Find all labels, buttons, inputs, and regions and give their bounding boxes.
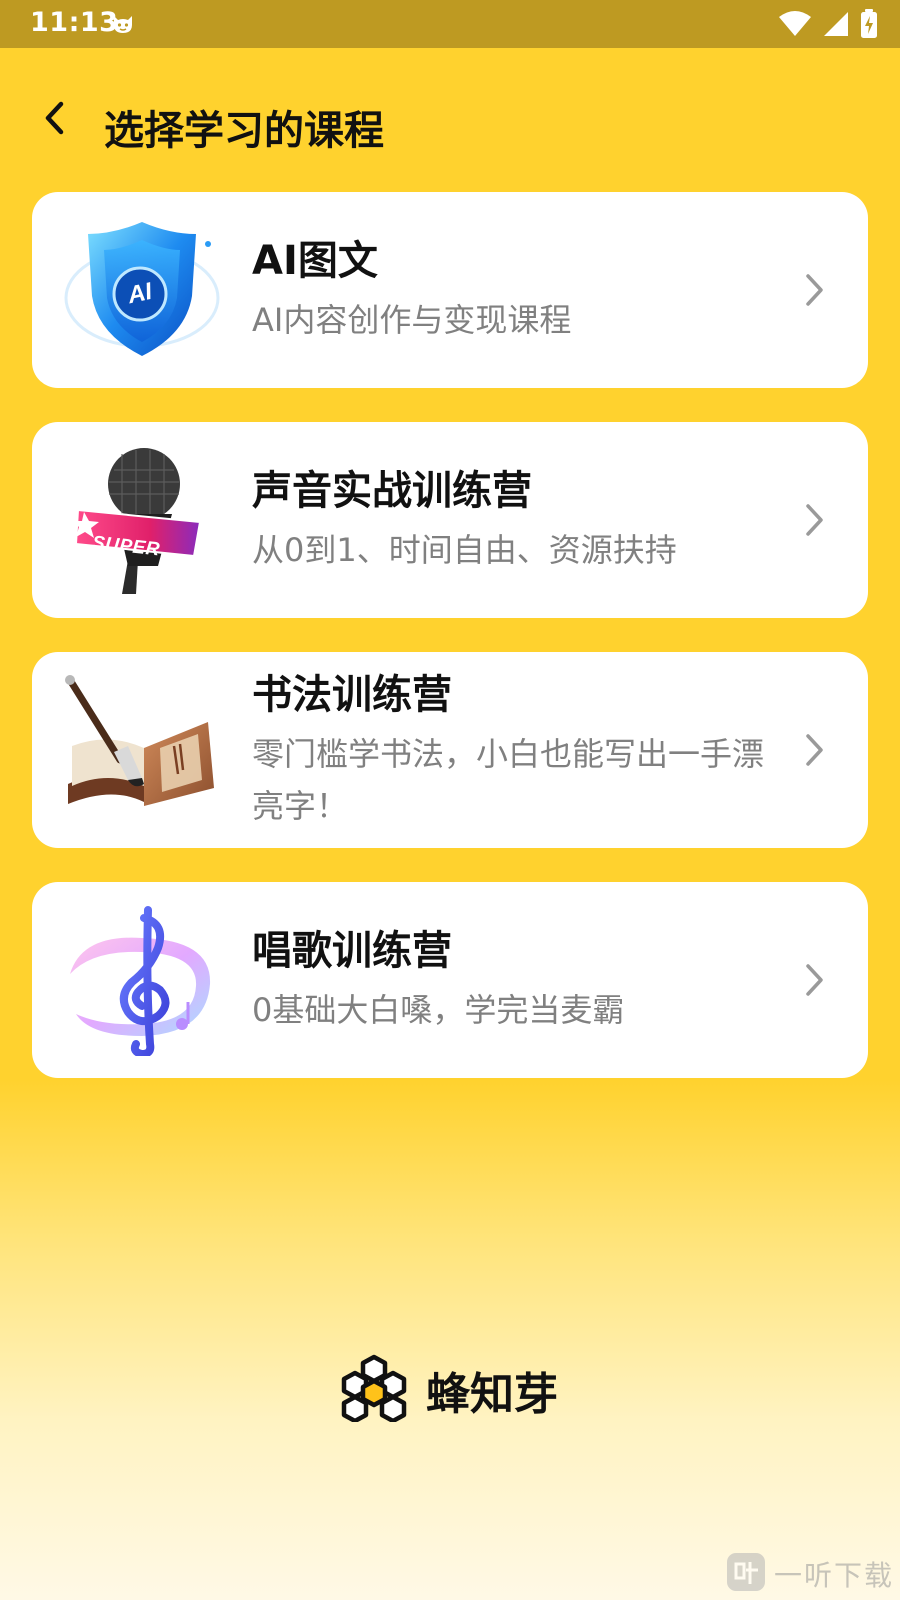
course-card-singing[interactable]: 唱歌训练营 0基础大白嗓，学完当麦霸: [32, 882, 868, 1078]
calligraphy-brush-book-icon: [62, 674, 222, 826]
chevron-right-icon: [800, 728, 828, 772]
treble-clef-icon: [62, 904, 222, 1058]
wifi-icon: [778, 10, 812, 42]
cellular-signal-icon: [822, 10, 850, 42]
chevron-left-icon: [41, 100, 71, 140]
status-bar: 11:13: [0, 0, 900, 48]
course-card-calligraphy[interactable]: 书法训练营 零门槛学书法，小白也能写出一手漂亮字！: [32, 652, 868, 848]
cat-notification-icon: [111, 12, 135, 36]
course-title: 唱歌训练营: [252, 928, 452, 974]
chevron-right-icon: [800, 958, 828, 1002]
course-title: 书法训练营: [252, 672, 452, 718]
course-card-text: 声音实战训练营 从0到1、时间自由、资源扶持: [252, 422, 772, 618]
status-time: 11:13: [30, 7, 119, 38]
course-subtitle: AI内容创作与变现课程: [252, 301, 572, 339]
course-card-text: 书法训练营 零门槛学书法，小白也能写出一手漂亮字！: [252, 652, 772, 848]
course-subtitle: 0基础大白嗓，学完当麦霸: [252, 991, 625, 1029]
status-icons: [778, 9, 878, 43]
course-list: AI AI图文 AI内容创作与变现课程 SUPER 声音实战训练营 从0到1、时…: [32, 192, 868, 1112]
course-subtitle: 零门槛学书法，小白也能写出一手漂亮字！: [252, 735, 765, 825]
course-title: AI图文: [252, 238, 378, 284]
course-card-ai[interactable]: AI AI图文 AI内容创作与变现课程: [32, 192, 868, 388]
course-title: 声音实战训练营: [252, 468, 532, 514]
brand-logo: 蜂知芽: [338, 1354, 558, 1426]
microphone-icon: SUPER: [62, 444, 222, 596]
page-header: 选择学习的课程: [0, 80, 900, 166]
battery-charging-icon: [860, 9, 878, 43]
course-card-text: AI图文 AI内容创作与变现课程: [252, 192, 772, 388]
chevron-right-icon: [800, 498, 828, 542]
course-subtitle: 从0到1、时间自由、资源扶持: [252, 531, 677, 569]
ting-logo-icon: [726, 1552, 766, 1596]
back-button[interactable]: [30, 94, 82, 146]
page-title: 选择学习的课程: [104, 108, 384, 154]
course-card-voice[interactable]: SUPER 声音实战训练营 从0到1、时间自由、资源扶持: [32, 422, 868, 618]
watermark: 一听下载: [726, 1552, 894, 1596]
watermark-text: 一听下载: [773, 1559, 894, 1592]
brand-name: 蜂知芽: [426, 1369, 558, 1420]
course-card-text: 唱歌训练营 0基础大白嗓，学完当麦霸: [252, 882, 772, 1078]
ai-shield-icon: AI: [62, 214, 222, 366]
chevron-right-icon: [800, 268, 828, 312]
honeycomb-logo-icon: [338, 1354, 410, 1426]
